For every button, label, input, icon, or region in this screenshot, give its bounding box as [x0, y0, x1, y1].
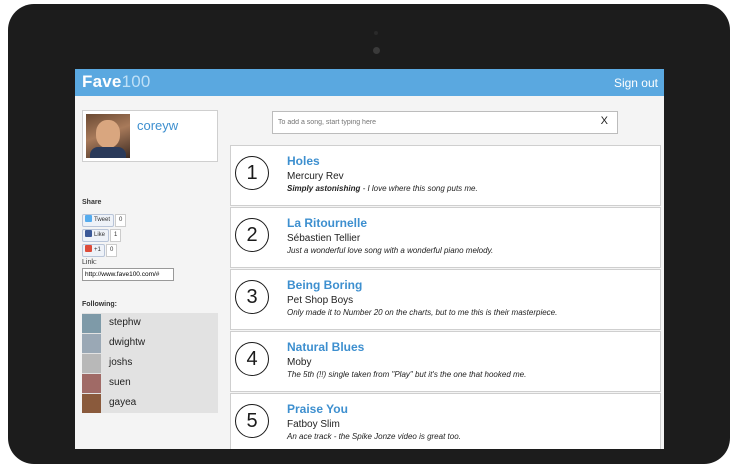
song-title-link[interactable]: Praise You [287, 402, 348, 416]
like-button[interactable]: Like [82, 229, 110, 242]
song-artist: Pet Shop Boys [287, 295, 354, 306]
following-item[interactable]: suen [82, 373, 218, 393]
song-artist: Moby [287, 357, 312, 368]
sensor-dot [374, 31, 378, 35]
following-name: suen [109, 377, 131, 388]
tweet-count: 0 [115, 214, 127, 227]
like-count: 1 [110, 229, 122, 242]
share-link-field[interactable]: http://www.fave100.com/# [82, 268, 174, 281]
app-screen: Fave100 Sign out coreyw Share Tweet 0 Li… [75, 69, 664, 449]
logo-number: 100 [121, 72, 151, 91]
following-item[interactable]: dwightw [82, 333, 218, 353]
song-item: 1 Holes Mercury Rev Simply astonishing -… [230, 145, 661, 206]
comment-emphasis: Simply astonishing [287, 184, 361, 193]
camera-icon [373, 47, 380, 54]
following-item[interactable]: stephw [82, 313, 218, 333]
following-list: stephw dwightw joshs suen gayea [82, 313, 218, 413]
tweet-label: Tweet [94, 217, 111, 223]
like-label: Like [94, 232, 106, 238]
song-item: 5 Praise You Fatboy Slim An ace track - … [230, 393, 661, 449]
comment-text: An ace track - the Spike Jonze video is … [287, 432, 461, 441]
sidebar: coreyw Share Tweet 0 Like 1 +1 0 Link: h… [75, 96, 225, 449]
facebook-icon [85, 230, 92, 237]
song-list: 1 Holes Mercury Rev Simply astonishing -… [230, 145, 661, 449]
song-title-link[interactable]: Holes [287, 154, 320, 168]
share-heading: Share [82, 199, 102, 206]
comment-text: Just a wonderful love song with a wonder… [287, 246, 494, 255]
user-avatar [82, 394, 101, 413]
user-avatar [82, 354, 101, 373]
song-comment: The 5th (!!) single taken from "Play" bu… [287, 370, 526, 379]
song-title-link[interactable]: La Ritournelle [287, 216, 367, 230]
user-avatar [82, 314, 101, 333]
top-bar: Fave100 Sign out [75, 69, 664, 96]
following-item[interactable]: joshs [82, 353, 218, 373]
following-heading: Following: [82, 301, 117, 308]
avatar[interactable] [86, 114, 130, 158]
rank-badge: 3 [235, 280, 269, 314]
user-avatar [82, 374, 101, 393]
plus-one-label: +1 [94, 247, 101, 253]
plus-one-count: 0 [106, 244, 118, 257]
add-song-input[interactable] [278, 114, 588, 130]
rank-badge: 4 [235, 342, 269, 376]
song-item: 4 Natural Blues Moby The 5th (!!) single… [230, 331, 661, 392]
song-title-link[interactable]: Natural Blues [287, 340, 364, 354]
twitter-icon [85, 215, 92, 222]
song-comment: Simply astonishing - I love where this s… [287, 184, 478, 193]
plus-one-button[interactable]: +1 [82, 244, 105, 257]
comment-text: The 5th (!!) single taken from "Play" bu… [287, 370, 527, 379]
song-comment: Just a wonderful love song with a wonder… [287, 246, 493, 255]
app-logo[interactable]: Fave100 [82, 72, 151, 92]
following-name: gayea [109, 397, 137, 408]
following-name: stephw [109, 317, 141, 328]
song-item: 3 Being Boring Pet Shop Boys Only made i… [230, 269, 661, 330]
song-artist: Mercury Rev [287, 171, 344, 182]
comment-text: - I love where this song puts me. [360, 184, 478, 193]
rank-badge: 2 [235, 218, 269, 252]
add-song-box: X [272, 111, 618, 134]
username-link[interactable]: coreyw [137, 118, 178, 133]
following-name: dwightw [109, 337, 146, 348]
song-comment: Only made it to Number 20 on the charts,… [287, 308, 557, 317]
clear-button[interactable]: X [601, 115, 608, 127]
comment-text: Only made it to Number 20 on the charts,… [287, 308, 558, 317]
logo-text: Fave [82, 72, 122, 91]
google-plus-icon [85, 245, 92, 252]
rank-badge: 5 [235, 404, 269, 438]
song-comment: An ace track - the Spike Jonze video is … [287, 432, 461, 441]
link-label: Link: [82, 259, 97, 266]
song-item: 2 La Ritournelle Sébastien Tellier Just … [230, 207, 661, 268]
song-title-link[interactable]: Being Boring [287, 278, 362, 292]
following-name: joshs [109, 357, 133, 368]
rank-badge: 1 [235, 156, 269, 190]
song-artist: Fatboy Slim [287, 419, 340, 430]
profile-card: coreyw [82, 110, 218, 162]
user-avatar [82, 334, 101, 353]
tweet-button[interactable]: Tweet [82, 214, 115, 227]
sign-out-link[interactable]: Sign out [614, 76, 658, 90]
following-item[interactable]: gayea [82, 393, 218, 413]
song-artist: Sébastien Tellier [287, 233, 361, 244]
